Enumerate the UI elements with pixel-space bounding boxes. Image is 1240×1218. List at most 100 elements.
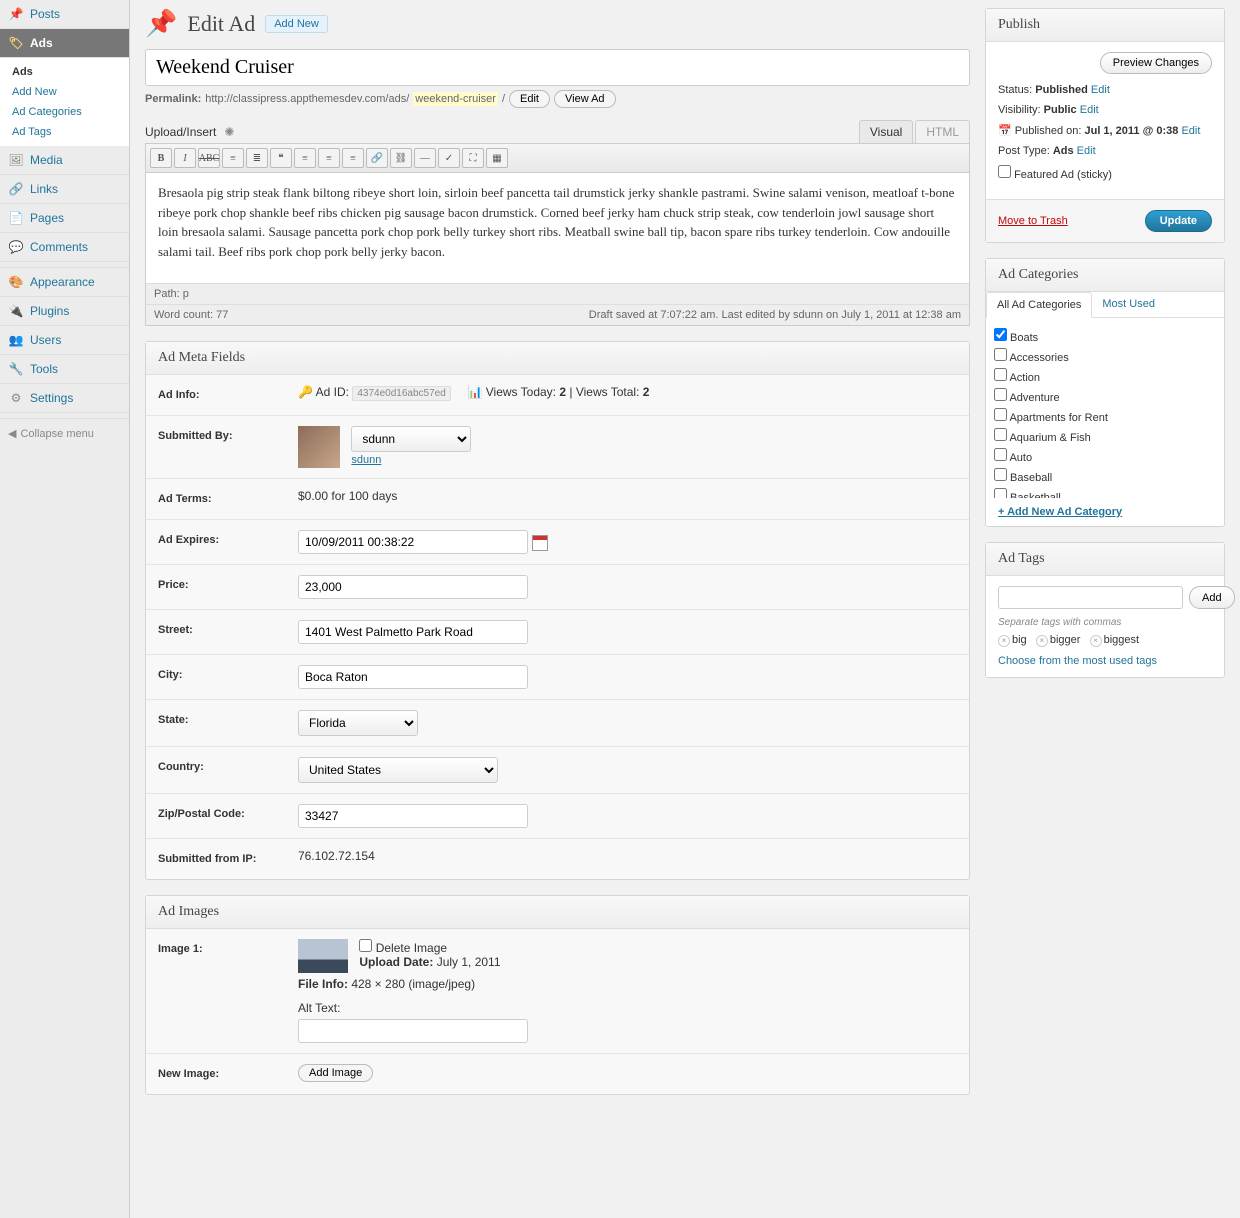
submitted-by-select[interactable]: sdunn bbox=[351, 426, 471, 452]
sidebar-sub-ads[interactable]: Ads bbox=[0, 62, 129, 82]
edit-date-link[interactable]: Edit bbox=[1181, 125, 1200, 137]
link-button[interactable]: 🔗 bbox=[366, 148, 388, 168]
edit-status-link[interactable]: Edit bbox=[1091, 84, 1110, 96]
ip-label: Submitted from IP: bbox=[146, 839, 286, 879]
image-thumbnail[interactable] bbox=[298, 939, 348, 973]
choose-tags-link[interactable]: Choose from the most used tags bbox=[998, 655, 1157, 667]
settings-icon: ⚙ bbox=[8, 390, 24, 406]
view-ad-button[interactable]: View Ad bbox=[554, 90, 616, 108]
sidebar-item-tools[interactable]: 🔧Tools bbox=[0, 355, 129, 384]
sidebar-item-comments[interactable]: 💬Comments bbox=[0, 233, 129, 262]
alt-text-input[interactable] bbox=[298, 1019, 528, 1043]
add-media-icon[interactable]: ✺ bbox=[224, 125, 234, 139]
tab-visual[interactable]: Visual bbox=[859, 120, 913, 143]
tag-item[interactable]: ×big bbox=[998, 634, 1036, 646]
category-item[interactable]: Adventure bbox=[994, 386, 1216, 406]
tag-item[interactable]: ×biggest bbox=[1090, 634, 1146, 646]
align-right-button[interactable]: ≡ bbox=[342, 148, 364, 168]
editor-path: Path: p bbox=[146, 283, 969, 304]
publish-title: Publish bbox=[986, 9, 1224, 42]
images-title[interactable]: Ad Images bbox=[146, 896, 969, 929]
user-link[interactable]: sdunn bbox=[351, 454, 381, 466]
ol-button[interactable]: ≣ bbox=[246, 148, 268, 168]
move-to-trash-link[interactable]: Move to Trash bbox=[998, 215, 1068, 227]
sidebar-ads-submenu: Ads Add New Ad Categories Ad Tags bbox=[0, 58, 129, 146]
category-item[interactable]: Auto bbox=[994, 446, 1216, 466]
align-center-button[interactable]: ≡ bbox=[318, 148, 340, 168]
sidebar-item-posts[interactable]: 📌Posts bbox=[0, 0, 129, 29]
edit-posttype-link[interactable]: Edit bbox=[1077, 145, 1096, 157]
sidebar-item-users[interactable]: 👥Users bbox=[0, 326, 129, 355]
sidebar-sub-categories[interactable]: Ad Categories bbox=[0, 102, 129, 122]
add-tag-button[interactable]: Add bbox=[1189, 586, 1235, 609]
collapse-menu[interactable]: ◀Collapse menu bbox=[0, 419, 129, 448]
fullscreen-button[interactable]: ⛶ bbox=[462, 148, 484, 168]
country-select[interactable]: United States bbox=[298, 757, 498, 783]
new-image-label: New Image: bbox=[146, 1054, 286, 1094]
spellcheck-button[interactable]: ✓ bbox=[438, 148, 460, 168]
update-button[interactable]: Update bbox=[1145, 210, 1212, 232]
calendar-icon: 📅 bbox=[998, 125, 1012, 137]
sidebar-item-ads[interactable]: 🏷Ads bbox=[0, 29, 129, 58]
sidebar-item-settings[interactable]: ⚙Settings bbox=[0, 384, 129, 413]
ad-info-label: Ad Info: bbox=[146, 375, 286, 415]
tag-item[interactable]: ×bigger bbox=[1036, 634, 1090, 646]
italic-button[interactable]: I bbox=[174, 148, 196, 168]
add-new-button[interactable]: Add New bbox=[265, 15, 328, 33]
ad-title-input[interactable] bbox=[156, 56, 959, 79]
zip-input[interactable] bbox=[298, 804, 528, 828]
editor-body[interactable]: Bresaola pig strip steak flank biltong r… bbox=[146, 173, 969, 283]
sidebar-sub-tags[interactable]: Ad Tags bbox=[0, 122, 129, 142]
sidebar-item-appearance[interactable]: 🎨Appearance bbox=[0, 268, 129, 297]
preview-changes-button[interactable]: Preview Changes bbox=[1100, 52, 1212, 74]
tab-all-categories[interactable]: All Ad Categories bbox=[986, 292, 1092, 318]
category-item[interactable]: Accessories bbox=[994, 346, 1216, 366]
sidebar-item-plugins[interactable]: 🔌Plugins bbox=[0, 297, 129, 326]
featured-checkbox[interactable]: Featured Ad (sticky) bbox=[998, 169, 1112, 181]
sidebar-item-media[interactable]: 🖼Media bbox=[0, 146, 129, 175]
sidebar-item-links[interactable]: 🔗Links bbox=[0, 175, 129, 204]
metabox-title[interactable]: Ad Meta Fields bbox=[146, 342, 969, 375]
strike-button[interactable]: ABC bbox=[198, 148, 220, 168]
content-editor: B I ABC ≡ ≣ ❝ ≡ ≡ ≡ 🔗 ⛓ — ✓ ⛶ ▦ Bresaola… bbox=[145, 143, 970, 326]
edit-visibility-link[interactable]: Edit bbox=[1080, 104, 1099, 116]
tag-input[interactable] bbox=[998, 586, 1183, 609]
city-input[interactable] bbox=[298, 665, 528, 689]
street-label: Street: bbox=[146, 610, 286, 654]
kitchensink-button[interactable]: ▦ bbox=[486, 148, 508, 168]
add-new-category-link[interactable]: + Add New Ad Category bbox=[986, 498, 1224, 526]
tab-html[interactable]: HTML bbox=[915, 120, 970, 143]
category-item[interactable]: Aquarium & Fish bbox=[994, 426, 1216, 446]
users-icon: 👥 bbox=[8, 332, 24, 348]
align-left-button[interactable]: ≡ bbox=[294, 148, 316, 168]
submitted-by-label: Submitted By: bbox=[146, 416, 286, 478]
category-list[interactable]: Boats Accessories Action Adventure Apart… bbox=[986, 318, 1224, 498]
edit-permalink-button[interactable]: Edit bbox=[509, 90, 550, 108]
category-item[interactable]: Apartments for Rent bbox=[994, 406, 1216, 426]
more-button[interactable]: — bbox=[414, 148, 436, 168]
ad-categories-box: Ad Categories All Ad Categories Most Use… bbox=[985, 258, 1225, 527]
sidebar-item-pages[interactable]: 📄Pages bbox=[0, 204, 129, 233]
bold-button[interactable]: B bbox=[150, 148, 172, 168]
category-item[interactable]: Action bbox=[994, 366, 1216, 386]
image1-label: Image 1: bbox=[146, 929, 286, 1053]
delete-image-checkbox[interactable]: Delete Image bbox=[359, 941, 447, 955]
category-item[interactable]: Basketball bbox=[994, 486, 1216, 498]
page-icon: 📄 bbox=[8, 210, 24, 226]
unlink-button[interactable]: ⛓ bbox=[390, 148, 412, 168]
street-input[interactable] bbox=[298, 620, 528, 644]
state-label: State: bbox=[146, 700, 286, 746]
key-icon: 🔑 bbox=[298, 385, 313, 399]
appearance-icon: 🎨 bbox=[8, 274, 24, 290]
state-select[interactable]: Florida bbox=[298, 710, 418, 736]
sidebar-sub-addnew[interactable]: Add New bbox=[0, 82, 129, 102]
tab-most-used[interactable]: Most Used bbox=[1092, 292, 1165, 317]
quote-button[interactable]: ❝ bbox=[270, 148, 292, 168]
category-item[interactable]: Baseball bbox=[994, 466, 1216, 486]
add-image-button[interactable]: Add Image bbox=[298, 1064, 373, 1082]
ul-button[interactable]: ≡ bbox=[222, 148, 244, 168]
category-item[interactable]: Boats bbox=[994, 326, 1216, 346]
price-input[interactable] bbox=[298, 575, 528, 599]
ad-expires-input[interactable] bbox=[298, 530, 528, 554]
calendar-icon[interactable] bbox=[532, 535, 548, 551]
